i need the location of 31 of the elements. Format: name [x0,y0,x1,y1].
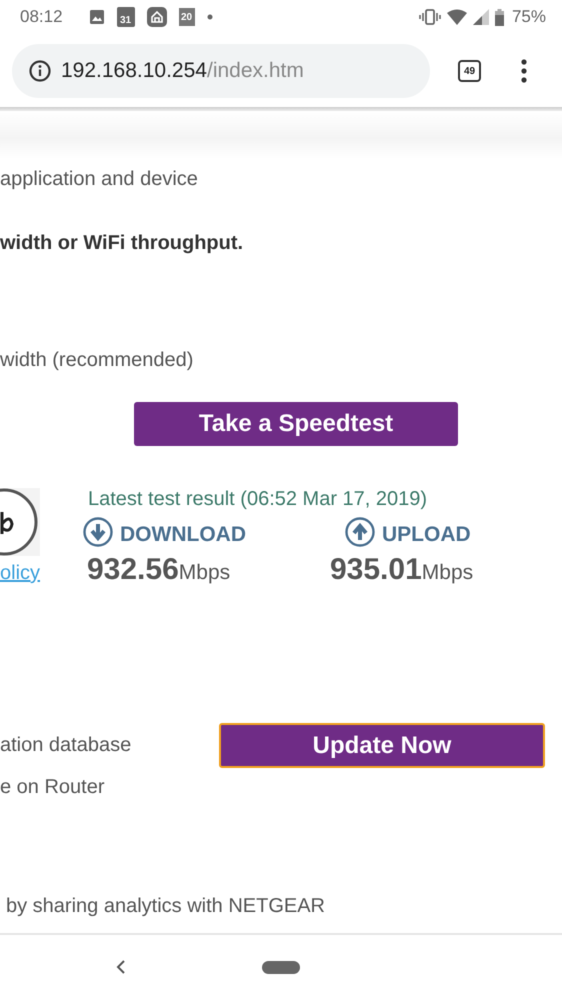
clock-time: 08:12 [20,7,63,27]
back-icon[interactable] [116,960,126,974]
upload-label: UPLOAD [382,523,471,547]
tab-count-button[interactable]: 49 [458,60,481,82]
update-now-button[interactable]: Update Now [219,723,545,768]
result-heading: Latest test result (06:52 Mar 17, 2019) [88,488,428,511]
date-icon: 20 [178,8,195,26]
speed-value: 935.01Mbps [330,553,474,587]
calendar-icon: 31 [116,7,135,27]
body-text: by sharing analytics with NETGEAR [5,895,326,918]
vibrate-icon [418,9,441,25]
body-text: width or WiFi throughput. [0,232,244,255]
body-text: ation database [0,734,132,757]
battery-icon [494,8,504,26]
battery-level: 75% [512,7,546,27]
info-icon[interactable] [29,60,51,82]
image-icon [88,9,105,25]
signal-icon [472,9,489,25]
download-label: DOWNLOAD [120,523,246,547]
url-text: 192.168.10.254/index.htm [61,59,304,83]
address-bar[interactable]: 192.168.10.254/index.htm [12,44,430,98]
menu-icon[interactable] [521,59,527,83]
body-text: e on Router [0,776,106,799]
home-icon [146,7,167,27]
home-button[interactable] [262,960,300,974]
logo-icon [0,488,40,556]
speedtest-button[interactable]: Take a Speedtest [134,402,458,446]
body-text: width (recommended) [0,349,194,372]
body-text: application and device [0,168,199,191]
dot-icon [206,14,213,20]
wifi-icon [446,9,467,25]
